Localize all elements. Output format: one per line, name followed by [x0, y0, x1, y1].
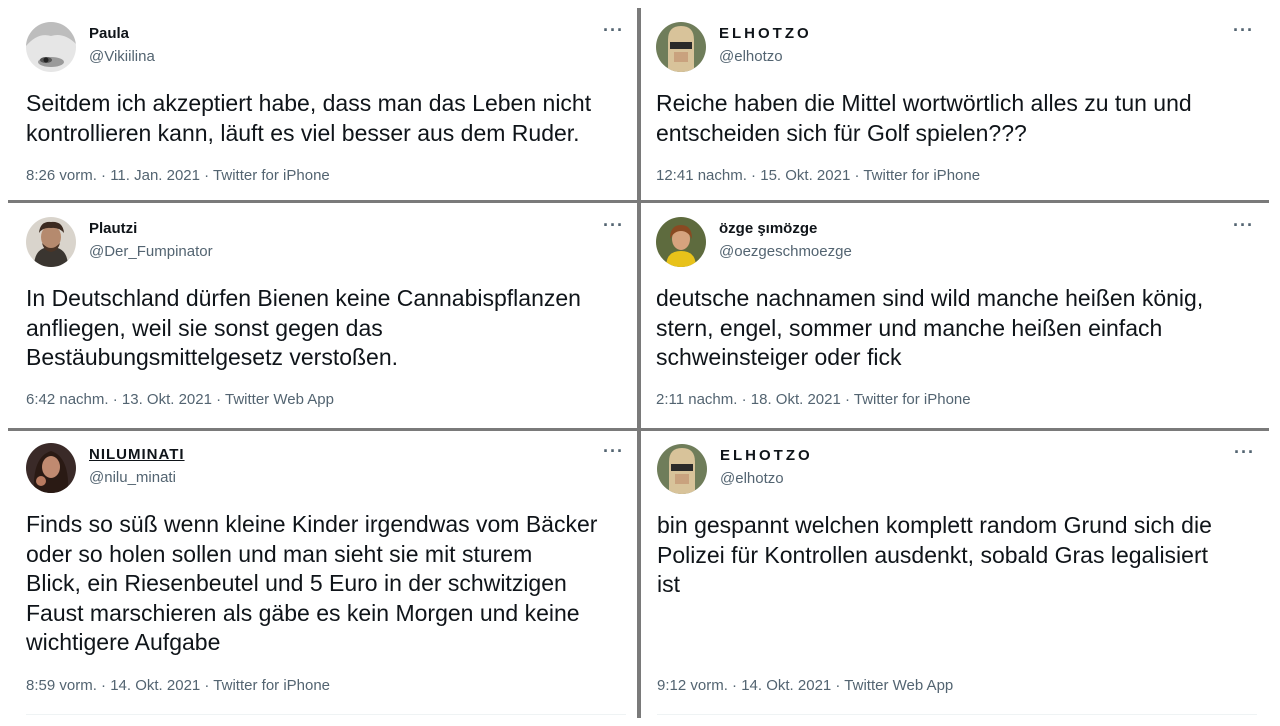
more-options-icon[interactable]: ··· [1234, 443, 1255, 461]
more-options-icon[interactable]: ··· [1233, 21, 1254, 39]
horizontal-divider [8, 428, 637, 431]
tweet-meta[interactable]: 9:12 vorm. · 14. Okt. 2021 · Twitter Web… [657, 677, 953, 694]
user-handle[interactable]: @oezgeschmoezge [719, 243, 852, 260]
avatar[interactable] [656, 22, 706, 72]
tweet-meta[interactable]: 6:42 nachm. · 13. Okt. 2021 · Twitter We… [26, 391, 334, 408]
tweet-text: Seitdem ich akzeptiert habe, dass man da… [26, 90, 592, 146]
more-options-icon[interactable]: ··· [1233, 216, 1254, 234]
vertical-divider [637, 8, 641, 718]
tweet-meta[interactable]: 8:59 vorm. · 14. Okt. 2021 · Twitter for… [26, 677, 330, 694]
avatar[interactable] [26, 217, 76, 267]
tweet-meta[interactable]: 8:26 vorm. · 11. Jan. 2021 · Twitter for… [26, 167, 330, 184]
tweet-card[interactable]: ELHOTZO @elhotzo ··· Reiche haben die Mi… [656, 21, 1256, 192]
display-name[interactable]: Plautzi [89, 220, 137, 237]
display-name[interactable]: NILUMINATI [89, 446, 185, 463]
tweet-text: bin gespannt welchen komplett random Gru… [657, 512, 1212, 597]
avatar-image-icon [26, 443, 76, 493]
tweet-card[interactable]: Paula @Vikiilina ··· Seitdem ich akzepti… [26, 21, 626, 192]
avatar-image-icon [656, 22, 706, 72]
user-handle[interactable]: @elhotzo [720, 470, 784, 487]
horizontal-divider [641, 200, 1269, 203]
tweet-card[interactable]: ELHOTZO @elhotzo ··· bin gespannt welche… [657, 443, 1257, 699]
tweet-card[interactable]: Plautzi @Der_Fumpinator ··· In Deutschla… [26, 216, 626, 412]
display-name[interactable]: Paula [89, 25, 129, 42]
avatar[interactable] [26, 443, 76, 493]
more-options-icon[interactable]: ··· [603, 216, 624, 234]
more-options-icon[interactable]: ··· [603, 442, 624, 460]
tweet-card[interactable]: NILUMINATI @nilu_minati ··· Finds so süß… [26, 442, 626, 698]
tweet-text: deutsche nachnamen sind wild manche heiß… [656, 285, 1204, 370]
tweet-text: In Deutschland dürfen Bienen keine Canna… [26, 285, 581, 370]
avatar-image-icon [26, 22, 76, 72]
horizontal-divider [8, 200, 637, 203]
avatar-image-icon [656, 217, 706, 267]
user-handle[interactable]: @Vikiilina [89, 48, 155, 65]
avatar-image-icon [657, 444, 707, 494]
avatar[interactable] [656, 217, 706, 267]
tweet-meta[interactable]: 12:41 nachm. · 15. Okt. 2021 · Twitter f… [656, 167, 980, 184]
tweet-card[interactable]: özge şımözge @oezgeschmoezge ··· deutsch… [656, 216, 1256, 412]
more-options-icon[interactable]: ··· [603, 21, 624, 39]
card-bottom-border [26, 714, 626, 715]
tweet-meta[interactable]: 2:11 nachm. · 18. Okt. 2021 · Twitter fo… [656, 391, 971, 408]
display-name[interactable]: ELHOTZO [720, 447, 813, 464]
user-handle[interactable]: @Der_Fumpinator [89, 243, 213, 260]
display-name[interactable]: özge şımözge [719, 220, 817, 237]
horizontal-divider [641, 428, 1269, 431]
avatar-image-icon [26, 217, 76, 267]
avatar[interactable] [657, 444, 707, 494]
tweet-text: Finds so süß wenn kleine Kinder irgendwa… [26, 511, 598, 655]
user-handle[interactable]: @elhotzo [719, 48, 783, 65]
user-handle[interactable]: @nilu_minati [89, 469, 176, 486]
card-bottom-border [657, 714, 1257, 715]
avatar[interactable] [26, 22, 76, 72]
display-name[interactable]: ELHOTZO [719, 25, 812, 42]
tweet-text: Reiche haben die Mittel wortwörtlich all… [656, 90, 1192, 146]
